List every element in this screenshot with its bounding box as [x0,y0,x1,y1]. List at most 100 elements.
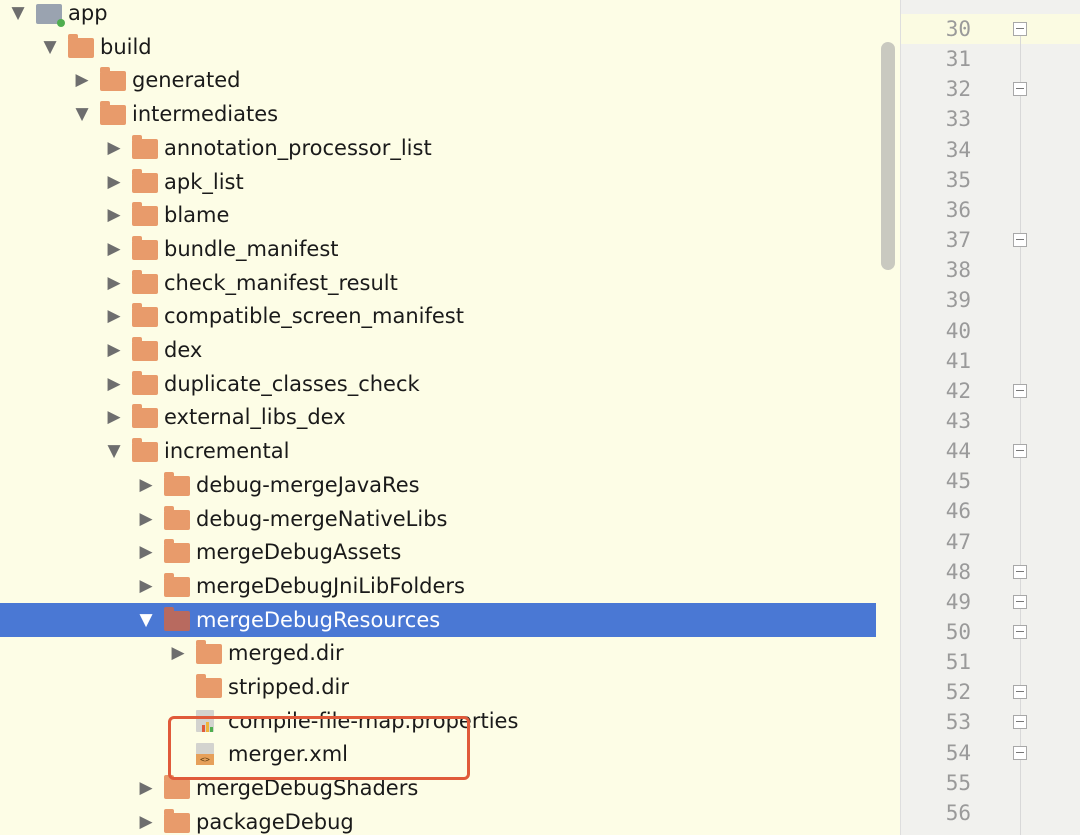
tree-row[interactable]: ▶ annotation_processor_list [0,131,876,165]
tree-row-label: mergeDebugAssets [196,540,402,565]
tree-row[interactable]: ▶ merged.dir [0,636,876,670]
folder-icon [132,168,158,193]
scrollbar-thumb[interactable] [881,42,895,270]
tree-row[interactable]: ▼ mergeDebugResources [0,602,876,637]
line-number: 42 [945,378,971,403]
collapsed-arrow-icon[interactable]: ▶ [136,569,156,603]
collapsed-arrow-icon[interactable]: ▶ [104,131,124,165]
folder-icon [164,471,190,496]
line-number: 51 [945,650,971,675]
collapsed-arrow-icon[interactable]: ▶ [168,636,188,670]
tree-row[interactable]: stripped.dir [0,670,876,704]
folder-icon [164,572,190,597]
line-number: 39 [945,288,971,313]
line-number: 40 [945,318,971,343]
collapsed-arrow-icon[interactable]: ▶ [104,165,124,199]
tree-row-label: debug-mergeNativeLibs [196,506,448,531]
collapsed-arrow-icon[interactable]: ▶ [104,400,124,434]
annotation-highlight-box [168,716,470,780]
expanded-arrow-icon[interactable]: ▼ [104,434,124,468]
collapsed-arrow-icon[interactable]: ▶ [136,771,156,805]
folder-icon [196,640,222,665]
tree-row[interactable]: ▶ debug-mergeNativeLibs [0,502,876,536]
fold-marker-icon[interactable] [1013,685,1027,700]
tree-row[interactable]: ▶ check_manifest_result [0,266,876,300]
line-number: 35 [945,167,971,192]
tree-row[interactable]: ▶ dex [0,333,876,367]
tree-row[interactable]: ▶ packageDebug [0,805,876,835]
collapsed-arrow-icon[interactable]: ▶ [104,198,124,232]
tree-row[interactable]: ▶ apk_list [0,165,876,199]
expanded-arrow-icon[interactable]: ▼ [8,0,28,30]
line-number: 56 [945,800,971,825]
line-number: 49 [945,589,971,614]
collapsed-arrow-icon[interactable]: ▶ [72,63,92,97]
fold-marker-icon[interactable] [1013,22,1027,36]
fold-marker-icon[interactable] [1013,745,1027,760]
collapsed-arrow-icon[interactable]: ▶ [136,468,156,502]
tree-row[interactable]: ▼ intermediates [0,97,876,131]
fold-marker-icon[interactable] [1013,594,1027,609]
collapsed-arrow-icon[interactable]: ▶ [104,333,124,367]
tree-row-label: bundle_manifest [164,236,339,261]
tree-row[interactable]: ▶ generated [0,63,876,97]
line-number: 44 [945,439,971,464]
line-number: 33 [945,107,971,132]
folder-icon [132,438,158,463]
line-number: 30 [945,17,971,41]
tree-row[interactable]: ▶ mergeDebugAssets [0,535,876,569]
project-tree[interactable]: ▼ app ▼ build ▶ generated ▼ intermediates ▶ annot… [0,0,876,835]
expanded-arrow-icon[interactable]: ▼ [72,97,92,131]
folder-icon [132,337,158,361]
tree-row[interactable]: ▶ bundle_manifest [0,232,876,266]
tree-row-label: duplicate_classes_check [164,371,420,396]
folder-icon [164,808,190,833]
fold-marker-icon[interactable] [1013,564,1027,579]
tree-row[interactable]: ▼ build [0,30,876,64]
folder-icon [132,370,158,395]
collapsed-arrow-icon[interactable]: ▶ [104,266,124,300]
expanded-arrow-icon[interactable]: ▼ [136,603,156,637]
fold-marker-icon[interactable] [1013,383,1027,398]
line-number: 53 [945,710,971,735]
tree-row[interactable]: ▶ duplicate_classes_check [0,367,876,401]
tree-row-label: stripped.dir [228,675,350,699]
tree-row[interactable]: ▶ mergeDebugJniLibFolders [0,569,876,603]
editor-gutter: 30 31 32 33 34 35 36 37 38 39 40 41 42 43 44 45 46 47 48 49… [900,0,1080,835]
folder-icon [164,775,190,800]
collapsed-arrow-icon[interactable]: ▶ [104,299,124,333]
tree-row[interactable]: ▼ app [0,0,876,30]
fold-marker-icon[interactable] [1013,715,1027,730]
collapsed-arrow-icon[interactable]: ▶ [104,367,124,401]
tree-scrollbar[interactable] [878,0,900,835]
tree-row[interactable]: ▶ compatible_screen_manifest [0,299,876,333]
expanded-arrow-icon[interactable]: ▼ [40,30,60,64]
collapsed-arrow-icon[interactable]: ▶ [104,232,124,266]
folder-icon [132,303,158,328]
line-number: 52 [945,680,971,705]
fold-marker-icon[interactable] [1013,82,1027,97]
tree-row-label: intermediates [132,102,279,127]
tree-row[interactable]: ▼ incremental [0,434,876,468]
fold-marker-icon[interactable] [1013,625,1027,639]
tree-row-label: mergeDebugJniLibFolders [196,573,465,598]
folder-icon [132,202,158,227]
tree-row-label: mergeDebugResources [196,607,441,632]
line-number: 48 [945,559,971,584]
tree-row[interactable]: ▶ external_libs_dex [0,400,876,434]
fold-marker-icon[interactable] [1013,233,1027,248]
tree-row[interactable]: ▶ debug-mergeJavaRes [0,468,876,502]
line-number: 46 [945,499,971,524]
fold-marker-icon[interactable] [1013,444,1027,459]
tree-row[interactable]: ▶ blame [0,198,876,232]
line-number: 38 [945,258,971,283]
collapsed-arrow-icon[interactable]: ▶ [136,805,156,835]
tree-row-label: annotation_processor_list [164,135,432,160]
tree-row-label: packageDebug [196,809,354,834]
collapsed-arrow-icon[interactable]: ▶ [136,502,156,536]
tree-row-label: debug-mergeJavaRes [196,472,420,497]
collapsed-arrow-icon[interactable]: ▶ [136,535,156,569]
tree-row-label: dex [164,338,203,362]
folder-icon [132,134,158,159]
fold-guide-line [1020,30,1021,835]
